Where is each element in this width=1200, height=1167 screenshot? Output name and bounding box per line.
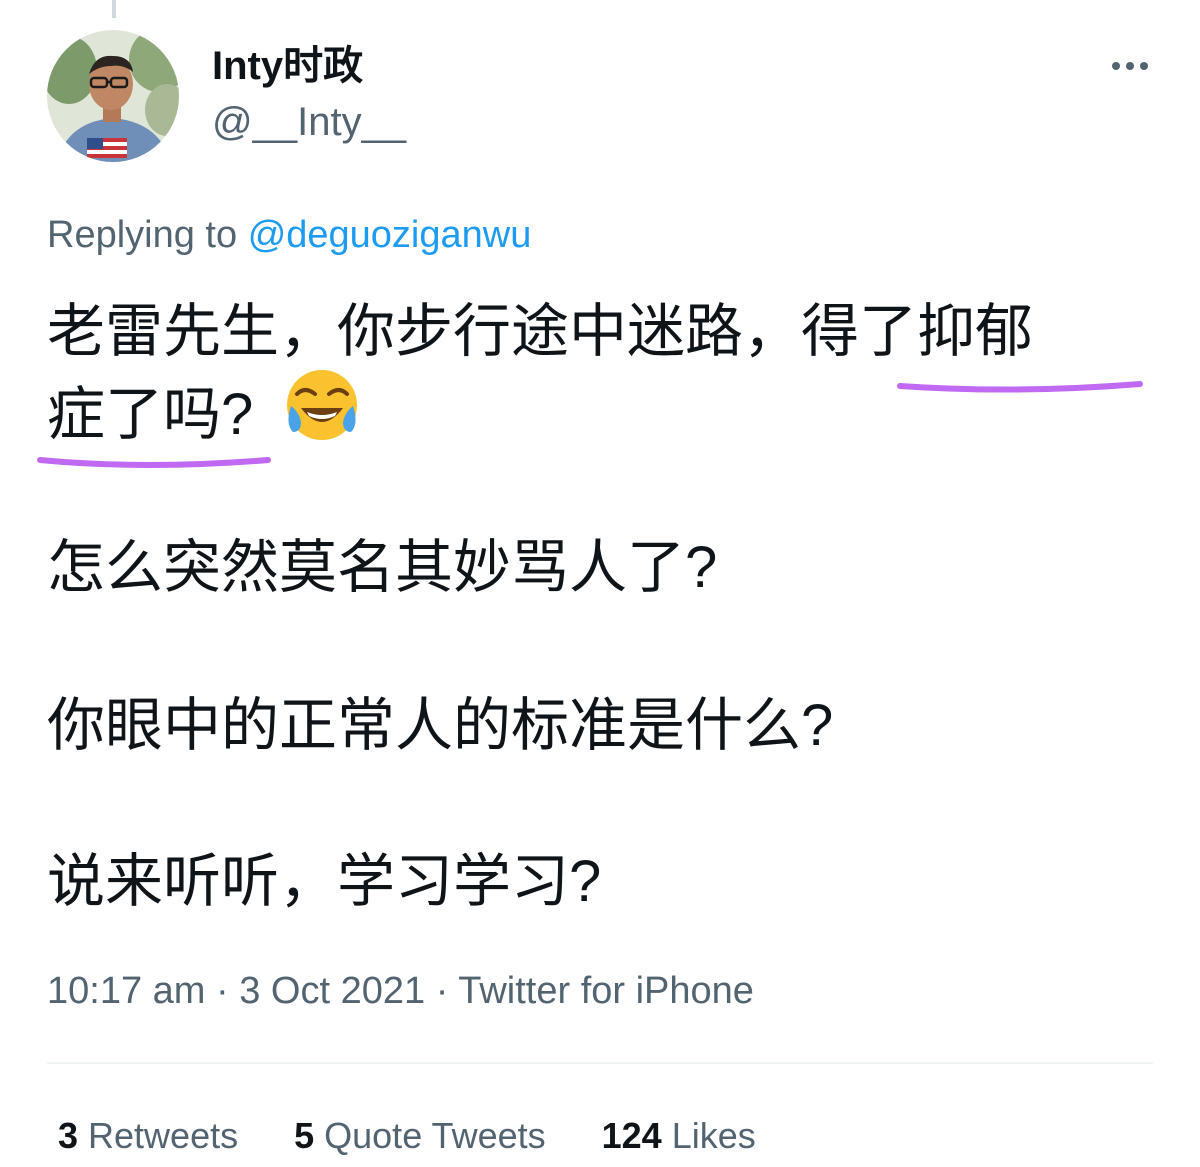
retweets-stat[interactable]: 3 Retweets <box>58 1114 238 1158</box>
tweet-source[interactable]: Twitter for iPhone <box>458 970 754 1012</box>
reply-mention-link[interactable]: @deguoziganwu <box>248 214 532 256</box>
more-icon-dot <box>1112 62 1120 70</box>
more-options-button[interactable] <box>1100 44 1160 88</box>
retweets-count: 3 <box>58 1115 79 1156</box>
tweet-time[interactable]: 10:17 am <box>47 970 205 1012</box>
likes-label: Likes <box>671 1115 756 1156</box>
divider <box>47 1062 1153 1064</box>
more-icon-dot <box>1126 62 1134 70</box>
more-icon-dot <box>1140 62 1148 70</box>
quote-tweets-stat[interactable]: 5 Quote Tweets <box>294 1114 546 1158</box>
likes-stat[interactable]: 124 Likes <box>602 1114 756 1158</box>
author-display-name[interactable]: Inty时政 <box>212 42 363 90</box>
meta-separator: · <box>435 970 449 1012</box>
tweet-text-line: 说来听听，学习学习? <box>47 849 602 914</box>
avatar[interactable] <box>47 30 179 162</box>
tweet-stats: 3 Retweets 5 Quote Tweets 124 Likes <box>58 1114 756 1158</box>
highlight-underline <box>897 381 1143 393</box>
replying-to-prefix: Replying to <box>47 214 238 256</box>
thread-connector-line <box>112 0 116 18</box>
likes-count: 124 <box>601 1115 662 1156</box>
meta-separator: · <box>216 970 229 1012</box>
author-handle[interactable]: @__Inty__ <box>212 98 406 146</box>
tweet-text-line: 症了吗? <box>47 381 254 447</box>
quote-tweets-label: Quote Tweets <box>324 1115 546 1156</box>
tweet-date[interactable]: 3 Oct 2021 <box>239 970 425 1012</box>
tweet-text-line: 怎么突然莫名其妙骂人了? <box>47 535 718 600</box>
tweet-text-line-with-emoji: 症了吗? <box>47 370 361 461</box>
quote-tweets-count: 5 <box>294 1115 315 1156</box>
retweets-label: Retweets <box>88 1115 239 1156</box>
tweet-meta: 10:17 am · 3 Oct 2021 · Twitter for iPho… <box>47 968 754 1014</box>
face-with-tears-of-joy-icon <box>283 366 361 461</box>
tweet-text-line: 老雷先生，你步行途中迷路，得了抑郁 <box>47 299 1034 364</box>
tweet-text-line: 你眼中的正常人的标准是什么? <box>47 693 834 758</box>
replying-to-line: Replying to @deguoziganwu <box>47 212 531 258</box>
